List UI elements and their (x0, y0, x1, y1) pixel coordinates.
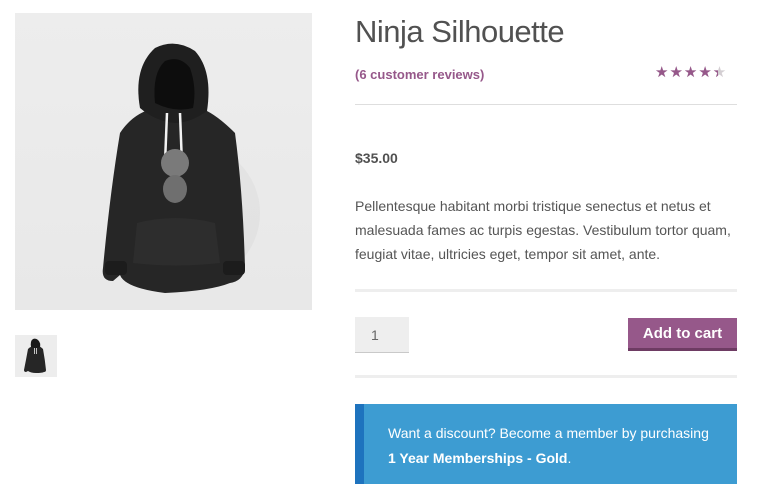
product-thumbnail[interactable] (15, 335, 57, 377)
add-to-cart-button[interactable]: Add to cart (628, 318, 737, 351)
product-title: Ninja Silhouette (355, 14, 565, 49)
product-price: $35.00 (355, 150, 398, 166)
notice-membership-name: 1 Year Memberships - Gold (388, 450, 568, 466)
notice-text-end: . (567, 450, 572, 466)
star-rating: ★★★★★ ★★★★★ (655, 65, 735, 81)
star-rating-filled-icon: ★★★★★ (655, 65, 718, 81)
black-hoodie-thumbnail (24, 338, 46, 373)
title-divider (355, 104, 737, 105)
product-main-image[interactable] (15, 13, 312, 310)
notice-text: Want a discount? Become a member by purc… (388, 425, 709, 441)
cart-divider-bottom (355, 375, 737, 378)
product-short-description: Pellentesque habitant morbi tristique se… (355, 198, 731, 262)
membership-discount-notice: Want a discount? Become a member by purc… (355, 404, 737, 484)
customer-reviews-link[interactable]: (6 customer reviews) (355, 67, 484, 82)
quantity-input[interactable] (355, 317, 409, 353)
black-hoodie-image (102, 43, 260, 293)
cart-divider-top (355, 289, 737, 292)
product-page: Ninja Silhouette (6 customer reviews) ★★… (0, 0, 761, 501)
